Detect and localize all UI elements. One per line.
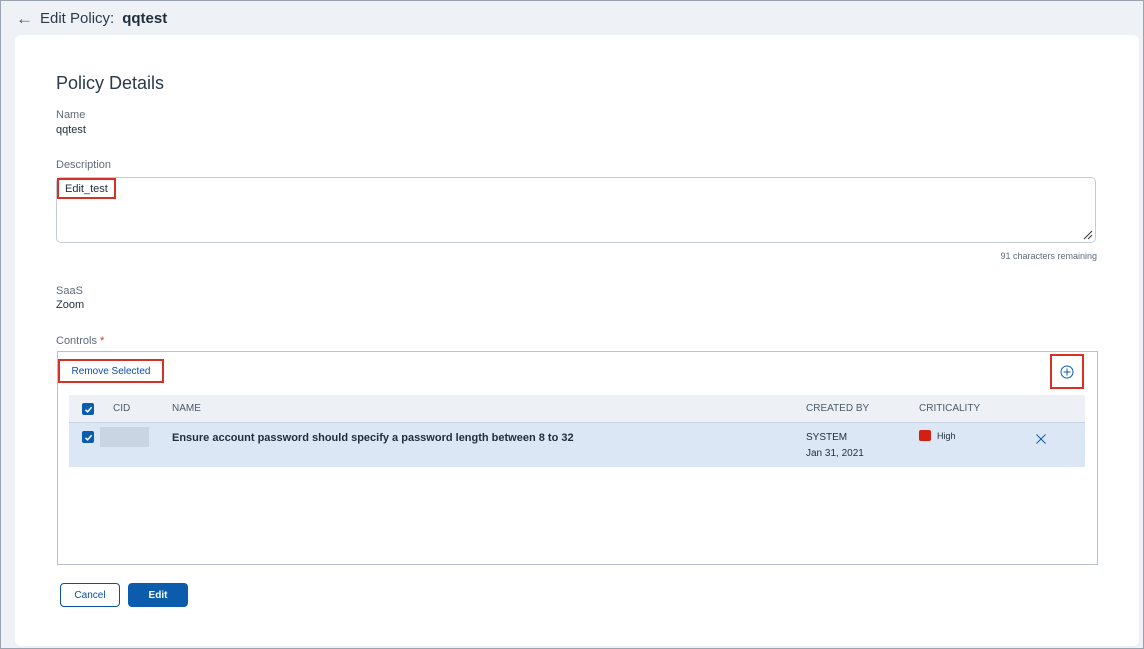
table-header: CID NAME CREATED BY CRITICALITY (69, 395, 1085, 422)
chars-remaining: 91 characters remaining (1000, 251, 1097, 261)
criticality-color-swatch (919, 430, 931, 441)
cid-cell (100, 427, 149, 447)
description-label: Description (56, 159, 112, 171)
description-textarea[interactable]: Edit_test (56, 177, 1096, 243)
column-header-created-by[interactable]: CREATED BY (806, 403, 869, 414)
controls-label-text: Controls (56, 335, 97, 347)
plus-circle-icon (1060, 365, 1074, 378)
remove-selected-button[interactable]: Remove Selected (58, 359, 164, 383)
created-by: SYSTEM (806, 432, 848, 443)
policy-details-card: Policy Details Name qqtest Description E… (15, 35, 1139, 646)
controls-table: CID NAME CREATED BY CRITICALITY Ensure a… (69, 395, 1085, 467)
arrow-left-icon[interactable]: ← (16, 10, 38, 27)
description-value[interactable]: Edit_test (57, 178, 116, 199)
column-header-name[interactable]: NAME (172, 403, 201, 414)
row-checkbox[interactable] (82, 431, 94, 443)
check-icon (84, 434, 92, 441)
created-date: Jan 31, 2021 (806, 448, 864, 459)
required-marker: * (100, 335, 105, 347)
table-row[interactable]: Ensure account password should specify a… (69, 422, 1085, 467)
criticality-label: High (937, 431, 956, 441)
page-title-prefix: Edit Policy: (40, 9, 115, 27)
add-control-button[interactable] (1050, 354, 1084, 389)
select-all-checkbox[interactable] (82, 403, 94, 415)
resize-handle-icon[interactable] (1083, 230, 1093, 240)
policy-name-title: qqtest (122, 9, 168, 27)
controls-panel: Remove Selected CID NAME CREATED BY CRIT… (57, 351, 1098, 565)
check-icon (84, 406, 92, 413)
edit-button[interactable]: Edit (128, 583, 188, 607)
close-icon[interactable] (1035, 433, 1047, 445)
saas-value: Zoom (56, 299, 85, 311)
column-header-criticality[interactable]: CRITICALITY (919, 403, 980, 414)
name-label: Name (56, 109, 86, 121)
saas-label: SaaS (56, 285, 83, 297)
cancel-button[interactable]: Cancel (60, 583, 120, 607)
name-value: qqtest (56, 124, 86, 136)
control-name: Ensure account password should specify a… (172, 432, 574, 444)
column-header-cid[interactable]: CID (113, 403, 130, 414)
page-header: ← Edit Policy: qqtest (1, 1, 1143, 35)
controls-label: Controls * (56, 335, 104, 347)
section-title: Policy Details (56, 73, 165, 93)
